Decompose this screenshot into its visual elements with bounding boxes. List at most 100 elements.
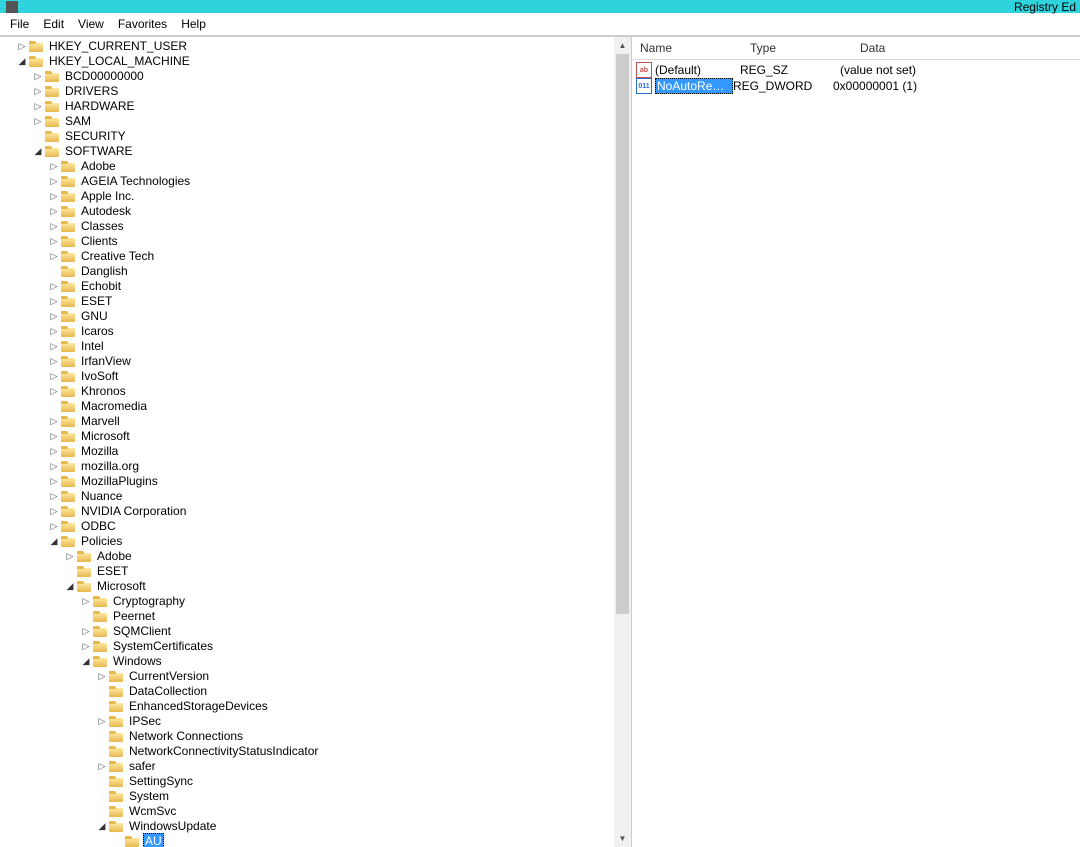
tree-node-label[interactable]: mozilla.org [79, 459, 141, 474]
tree-node-label[interactable]: Icaros [79, 324, 116, 339]
tree-node[interactable]: ▷AU [6, 834, 614, 847]
tree-node-label[interactable]: IrfanView [79, 354, 133, 369]
tree-node[interactable]: ▷ Adobe [6, 159, 614, 174]
tree-node-label[interactable]: Mozilla [79, 444, 120, 459]
tree-node[interactable]: ▷Icaros [6, 324, 614, 339]
tree-node-label[interactable]: Macromedia [79, 399, 149, 414]
chevron-right-icon[interactable]: ▷ [49, 219, 59, 234]
tree-node-label[interactable]: Autodesk [79, 204, 133, 219]
tree-node-label[interactable]: Khronos [79, 384, 128, 399]
chevron-right-icon[interactable]: ▷ [97, 759, 107, 774]
tree-node[interactable]: ◢ SOFTWARE [6, 144, 614, 159]
chevron-right-icon[interactable]: ▷ [97, 714, 107, 729]
tree-node[interactable]: ▷ CurrentVersion [6, 669, 614, 684]
chevron-right-icon[interactable]: ▷ [97, 669, 107, 684]
chevron-down-icon[interactable]: ◢ [33, 144, 43, 159]
tree-node[interactable]: ▷ IrfanView [6, 354, 614, 369]
tree-node-label[interactable]: BCD00000000 [63, 69, 146, 84]
tree-scrollbar[interactable]: ▲ ▼ [614, 37, 631, 847]
tree-node[interactable]: ▷WcmSvc [6, 804, 614, 819]
tree-node[interactable]: ◢ HKEY_LOCAL_MACHINE [6, 54, 614, 69]
tree-node-label[interactable]: NetworkConnectivityStatusIndicator [127, 744, 320, 759]
tree-node-label[interactable]: IPSec [127, 714, 163, 729]
tree-node-label[interactable]: SAM [63, 114, 93, 129]
value-row[interactable]: 011NoAutoReboot...REG_DWORD0x00000001 (1… [632, 78, 1080, 94]
chevron-right-icon[interactable]: ▷ [49, 414, 59, 429]
tree-node[interactable]: ▷Mozilla [6, 444, 614, 459]
tree-node[interactable]: ▷NVIDIA Corporation [6, 504, 614, 519]
tree-node[interactable]: ▷ Classes [6, 219, 614, 234]
chevron-right-icon[interactable]: ▷ [49, 459, 59, 474]
value-name[interactable]: (Default) [655, 63, 740, 77]
tree-node-label[interactable]: HKEY_CURRENT_USER [47, 39, 189, 54]
value-name[interactable]: NoAutoReboot... [655, 78, 733, 94]
chevron-right-icon[interactable]: ▷ [33, 99, 43, 114]
tree-node[interactable]: ◢WindowsUpdate [6, 819, 614, 834]
tree-node-label[interactable]: Network Connections [127, 729, 245, 744]
tree-node[interactable]: ▷Echobit [6, 279, 614, 294]
scroll-up-button[interactable]: ▲ [614, 37, 631, 54]
tree-node-label[interactable]: Microsoft [79, 429, 132, 444]
tree-node-label[interactable]: WindowsUpdate [127, 819, 218, 834]
chevron-right-icon[interactable]: ▷ [49, 354, 59, 369]
tree-node[interactable]: ▷Intel [6, 339, 614, 354]
tree-node-label[interactable]: DRIVERS [63, 84, 120, 99]
tree-node[interactable]: ▷Creative Tech [6, 249, 614, 264]
tree-node-label[interactable]: SettingSync [127, 774, 195, 789]
chevron-down-icon[interactable]: ◢ [49, 534, 59, 549]
tree-node-label[interactable]: Microsoft [95, 579, 148, 594]
chevron-down-icon[interactable]: ◢ [81, 654, 91, 669]
tree-node[interactable]: ▷NetworkConnectivityStatusIndicator [6, 744, 614, 759]
scroll-down-button[interactable]: ▼ [614, 830, 631, 847]
value-row[interactable]: ab(Default)REG_SZ(value not set) [632, 62, 1080, 78]
tree-node[interactable]: ◢ Microsoft [6, 579, 614, 594]
chevron-right-icon[interactable]: ▷ [49, 159, 59, 174]
chevron-right-icon[interactable]: ▷ [49, 519, 59, 534]
chevron-right-icon[interactable]: ▷ [81, 624, 91, 639]
tree-node-label[interactable]: System [127, 789, 171, 804]
chevron-right-icon[interactable]: ▷ [49, 489, 59, 504]
tree-node[interactable]: ▷ Clients [6, 234, 614, 249]
tree-node-label[interactable]: SOFTWARE [63, 144, 135, 159]
chevron-right-icon[interactable]: ▷ [49, 174, 59, 189]
tree-node-label[interactable]: Classes [79, 219, 126, 234]
tree-node[interactable]: ▷ Microsoft [6, 429, 614, 444]
tree-node-label[interactable]: Adobe [79, 159, 118, 174]
tree-node[interactable]: ▷IvoSoft [6, 369, 614, 384]
tree-node[interactable]: ▷ Nuance [6, 489, 614, 504]
tree-node-label[interactable]: NVIDIA Corporation [79, 504, 188, 519]
registry-tree[interactable]: ▷ HKEY_CURRENT_USER ◢ HKEY_LOCAL_MACHINE ▷ BC… [0, 37, 614, 847]
chevron-right-icon[interactable]: ▷ [33, 114, 43, 129]
tree-node-label[interactable]: ODBC [79, 519, 118, 534]
tree-node-label[interactable]: ESET [95, 564, 130, 579]
tree-node-label[interactable]: AGEIA Technologies [79, 174, 192, 189]
tree-node-label[interactable]: Clients [79, 234, 120, 249]
tree-node-label[interactable]: Intel [79, 339, 106, 354]
tree-node-label[interactable]: WcmSvc [127, 804, 178, 819]
menu-edit[interactable]: Edit [37, 15, 72, 33]
chevron-down-icon[interactable]: ◢ [65, 579, 75, 594]
chevron-down-icon[interactable]: ◢ [17, 54, 27, 69]
tree-node-label[interactable]: safer [127, 759, 158, 774]
tree-node-label[interactable]: Adobe [95, 549, 134, 564]
tree-node-label[interactable]: Creative Tech [79, 249, 156, 264]
menu-file[interactable]: File [4, 15, 37, 33]
tree-node-label[interactable]: EnhancedStorageDevices [127, 699, 270, 714]
chevron-right-icon[interactable]: ▷ [49, 429, 59, 444]
chevron-right-icon[interactable]: ▷ [33, 84, 43, 99]
tree-node-label[interactable]: Nuance [79, 489, 124, 504]
chevron-right-icon[interactable]: ▷ [49, 189, 59, 204]
tree-node-label[interactable]: IvoSoft [79, 369, 120, 384]
tree-node-label[interactable]: Windows [111, 654, 164, 669]
tree-node[interactable]: ▷ Autodesk [6, 204, 614, 219]
tree-node[interactable]: ▷ESET [6, 294, 614, 309]
tree-node-label[interactable]: CurrentVersion [127, 669, 211, 684]
chevron-right-icon[interactable]: ▷ [81, 639, 91, 654]
chevron-right-icon[interactable]: ▷ [49, 234, 59, 249]
tree-node-label[interactable]: DataCollection [127, 684, 209, 699]
tree-node[interactable]: ▷GNU [6, 309, 614, 324]
tree-node[interactable]: ▷Peernet [6, 609, 614, 624]
tree-node-label[interactable]: HKEY_LOCAL_MACHINE [47, 54, 192, 69]
tree-node[interactable]: ▷ ODBC [6, 519, 614, 534]
chevron-right-icon[interactable]: ▷ [49, 204, 59, 219]
